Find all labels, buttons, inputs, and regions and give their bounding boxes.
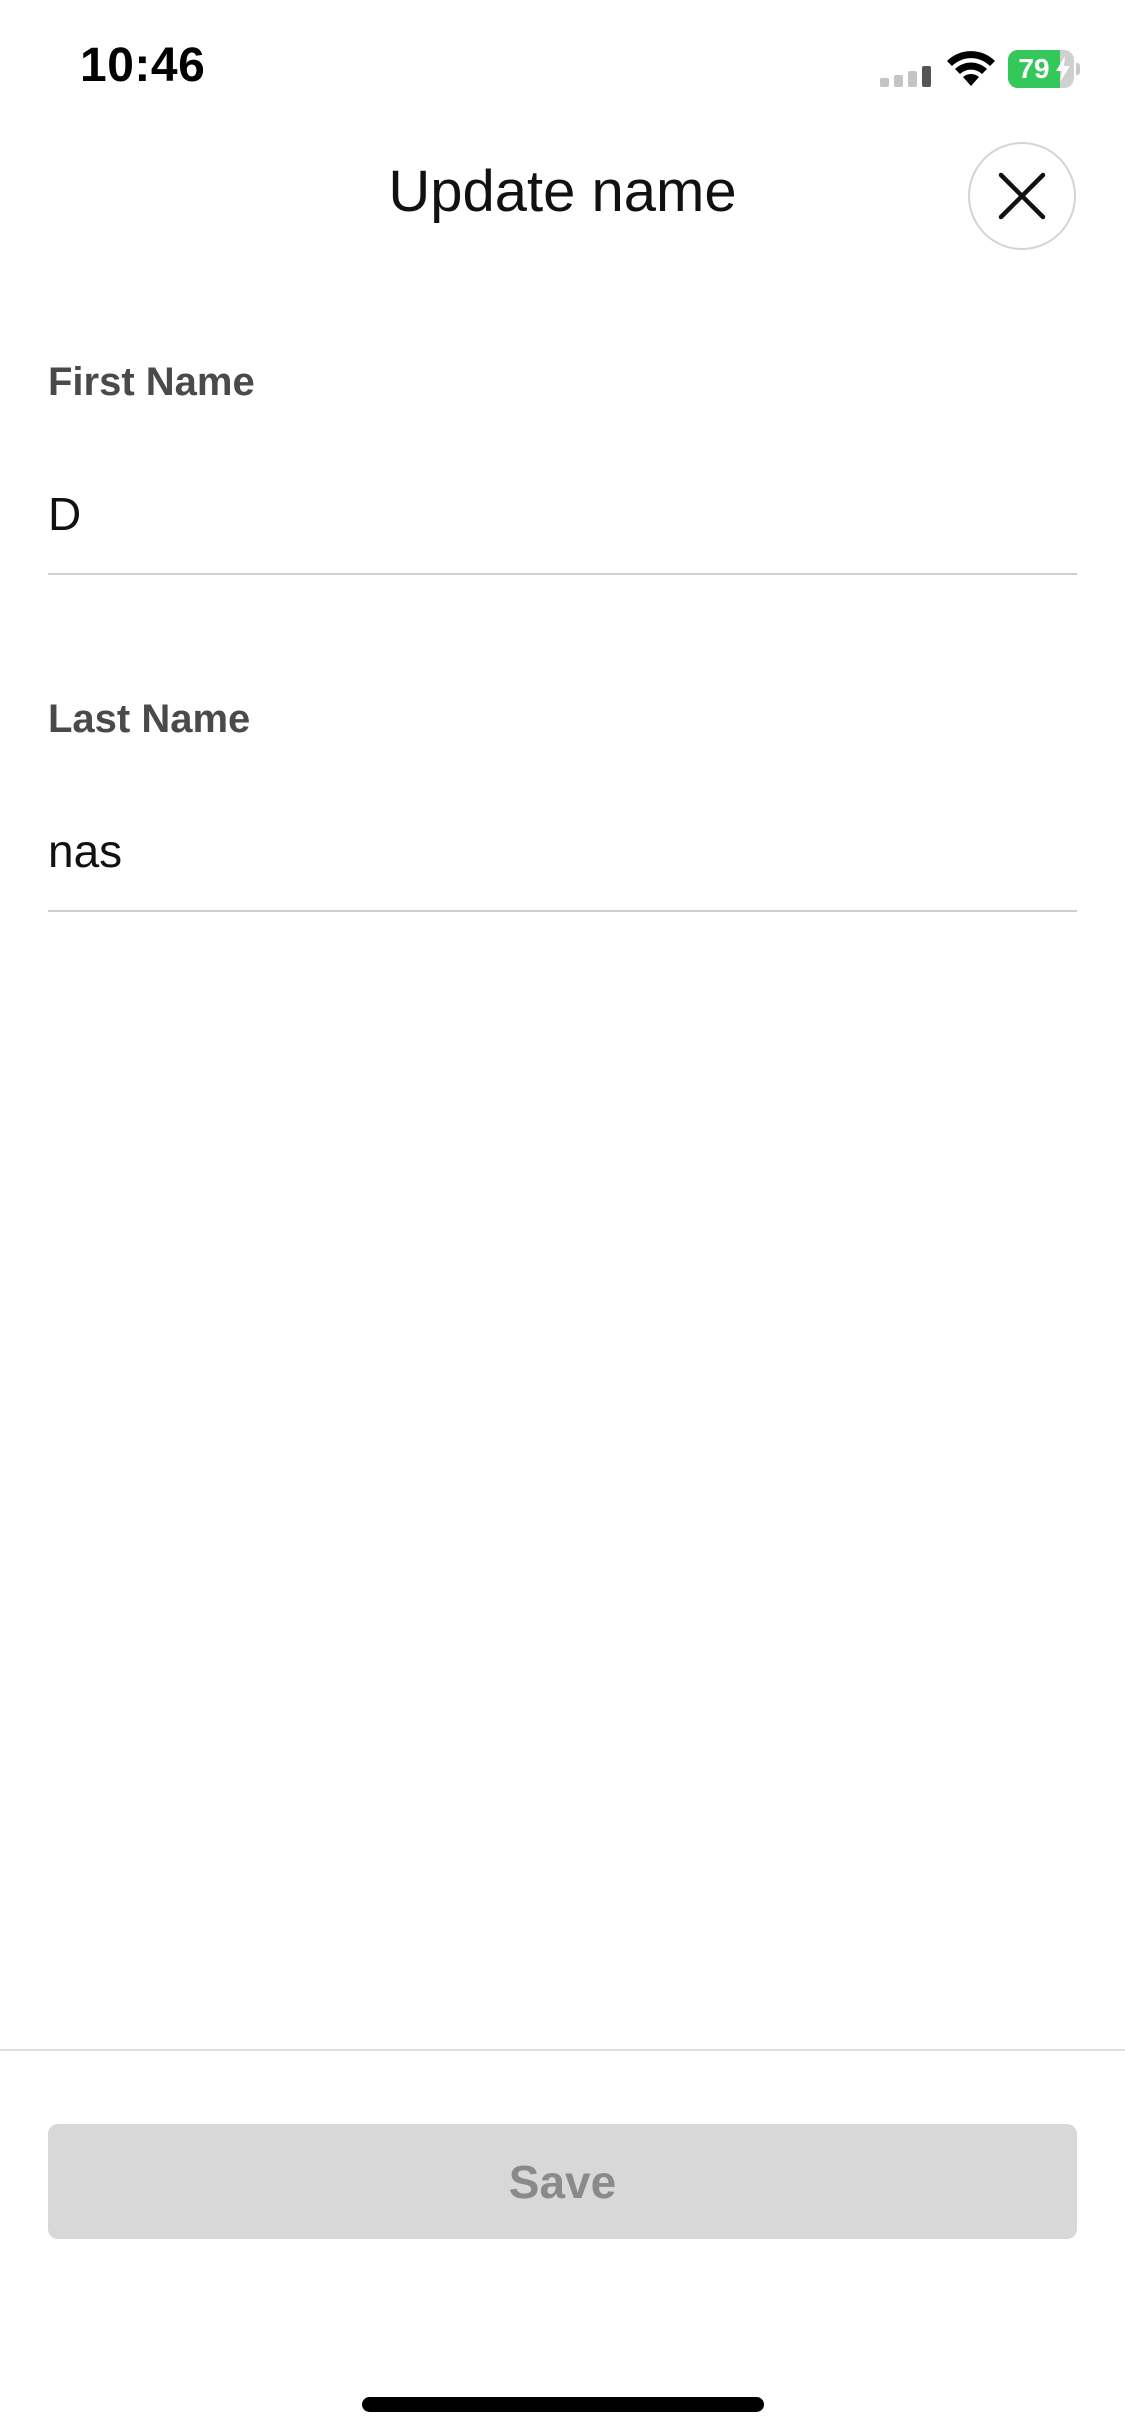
status-bar: 10:46 79 [0, 0, 1125, 140]
battery-icon: 79 [1008, 50, 1080, 88]
last-name-input[interactable] [48, 792, 1077, 912]
page-title: Update name [388, 159, 737, 224]
last-name-field-group: Last Name [48, 697, 1077, 912]
close-button[interactable] [968, 142, 1076, 250]
close-icon [998, 172, 1046, 220]
signal-icon [880, 66, 931, 87]
wifi-icon [947, 51, 995, 86]
footer-divider [0, 2049, 1125, 2051]
save-button[interactable]: Save [48, 2124, 1077, 2239]
charging-bolt-icon [1056, 56, 1070, 82]
home-indicator [362, 2397, 764, 2412]
header: Update name [0, 140, 1125, 260]
status-time: 10:46 [80, 39, 206, 92]
first-name-input[interactable] [48, 455, 1077, 575]
last-name-label: Last Name [48, 697, 251, 741]
first-name-field-group: First Name [48, 360, 1077, 575]
battery-level-text: 79 [1018, 53, 1050, 84]
first-name-label: First Name [48, 360, 255, 404]
